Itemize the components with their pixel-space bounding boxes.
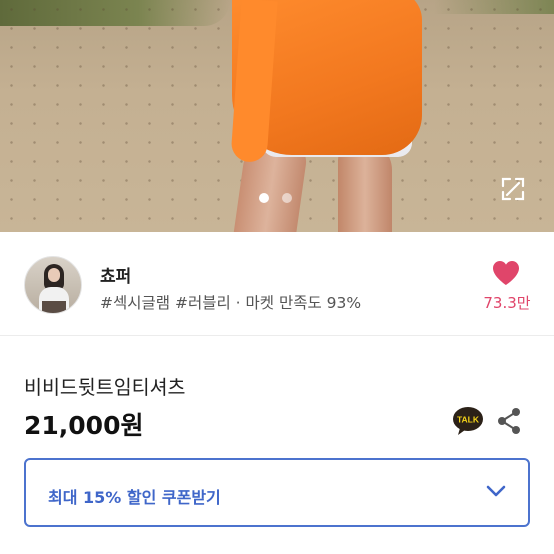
expand-icon[interactable] <box>500 176 526 202</box>
chevron-down-icon <box>486 485 506 497</box>
seller-section: 쵸퍼 #섹시글램 #러블리 · 마켓 만족도 93% 73.3만 <box>0 232 554 336</box>
product-price: 21,000원 <box>24 411 144 440</box>
like-count: 73.3만 <box>483 294 531 312</box>
product-name: 비비드뒷트임티셔츠 <box>24 376 186 399</box>
kakao-talk-icon[interactable]: TALK <box>452 406 484 436</box>
seller-tags: #섹시글램 #러블리 · 마켓 만족도 93% <box>100 294 362 312</box>
heart-icon[interactable] <box>492 260 520 286</box>
product-image[interactable] <box>0 0 554 232</box>
carousel-dot[interactable] <box>282 193 292 203</box>
carousel-dot-active[interactable] <box>259 193 269 203</box>
avatar[interactable] <box>24 256 82 314</box>
coupon-button[interactable]: 최대 15% 할인 쿠폰받기 <box>24 458 530 527</box>
svg-text:TALK: TALK <box>457 415 480 425</box>
seller-name[interactable]: 쵸퍼 <box>100 262 131 287</box>
share-icon[interactable] <box>496 407 522 435</box>
carousel-indicator <box>259 193 292 203</box>
coupon-label: 최대 15% 할인 쿠폰받기 <box>48 488 221 507</box>
